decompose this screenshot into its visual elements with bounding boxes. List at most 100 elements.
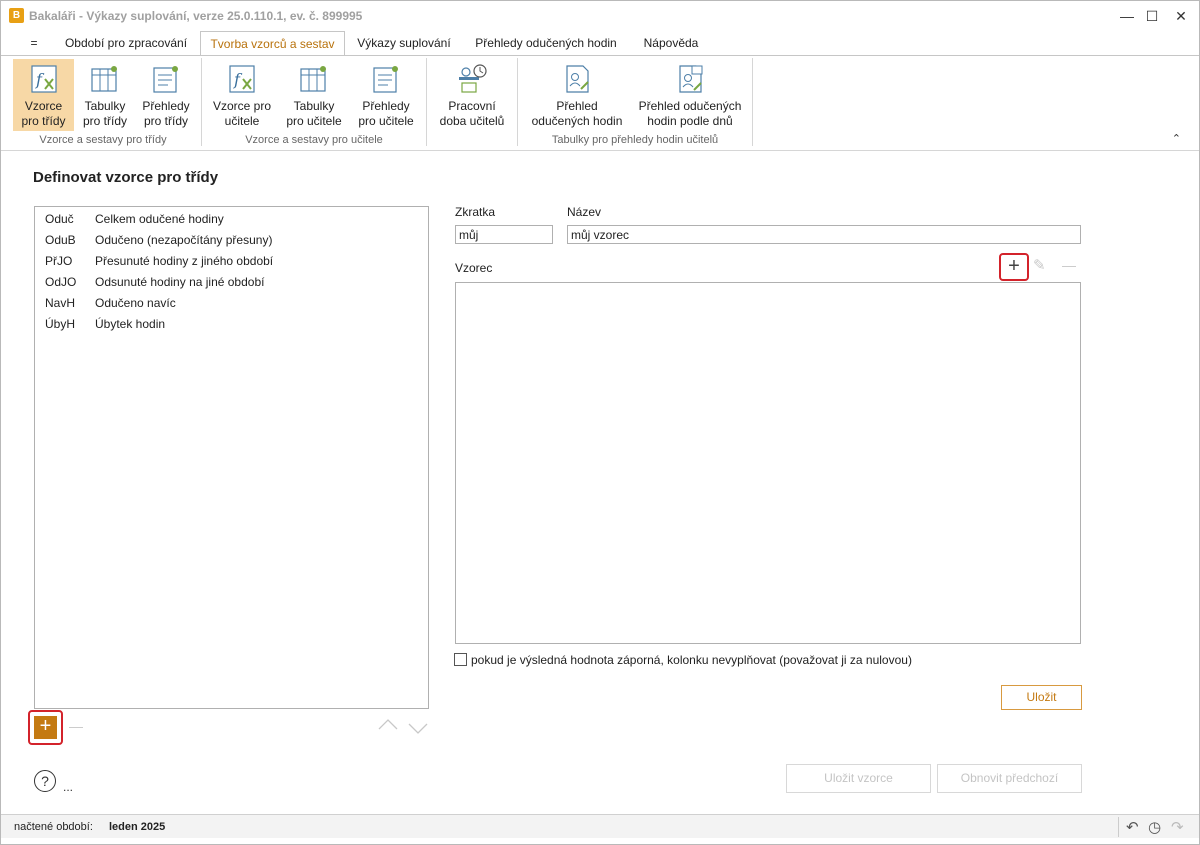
list-item-abbr: PřJO xyxy=(45,254,73,268)
ribbon: f Vzorce pro třídy Tabulky pro třídy Pře… xyxy=(1,55,1199,151)
list-item[interactable]: OdJO Odsunuté hodiny na jiné období xyxy=(35,271,428,292)
plus-icon: + xyxy=(39,715,52,737)
plus-icon: + xyxy=(1008,255,1020,277)
tab-period[interactable]: Období pro zpracování xyxy=(57,31,195,55)
ribbon-taught-hours-button[interactable]: Přehled odučených hodin xyxy=(525,59,629,131)
daily-overview-icon xyxy=(679,65,703,93)
status-period-label: načtené období: xyxy=(14,821,93,833)
name-field[interactable]: můj vzorec xyxy=(567,225,1081,244)
remove-formula-button[interactable]: — xyxy=(69,718,83,734)
report-icon xyxy=(373,66,398,93)
status-divider xyxy=(1118,817,1119,837)
list-item[interactable]: Oduč Celkem odučené hodiny xyxy=(35,208,428,229)
app-window: B Bakaláři - Výkazy suplování, verze 25.… xyxy=(0,0,1200,845)
formula-icon: f xyxy=(229,65,255,93)
page-title: Definovat vzorce pro třídy xyxy=(33,169,219,186)
close-button[interactable]: ✕ xyxy=(1163,1,1199,31)
move-up-button[interactable] xyxy=(378,717,398,735)
chevron-up-icon xyxy=(378,719,398,730)
list-item-abbr: OduB xyxy=(45,233,76,247)
ribbon-button-line2: učitele xyxy=(224,114,260,128)
tab-substitution-reports[interactable]: Výkazy suplování xyxy=(349,31,459,55)
list-item[interactable]: OduB Odučeno (nezapočítány přesuny) xyxy=(35,229,428,250)
tab-help[interactable]: Nápověda xyxy=(633,31,709,55)
list-item-name: Odučeno navíc xyxy=(95,296,176,310)
menu-tab-bar: = Období pro zpracování Tvorba vzorců a … xyxy=(1,31,1199,56)
save-formulas-button[interactable]: Uložit vzorce xyxy=(786,764,931,793)
redo-icon[interactable]: ↷ xyxy=(1171,818,1184,836)
negative-value-checkbox-label[interactable]: pokud je výsledná hodnota záporná, kolon… xyxy=(471,653,912,667)
ribbon-teacher-reports-button[interactable]: Přehledy pro učitele xyxy=(353,59,419,131)
tab-hamburger[interactable]: = xyxy=(23,31,45,55)
list-item-name: Celkem odučené hodiny xyxy=(95,212,224,226)
edit-formula-term-button[interactable]: ✎ xyxy=(1033,256,1055,274)
add-formula-button[interactable]: + xyxy=(34,716,57,739)
status-bar: načtené období: leden 2025 ↶ ◷ ↷ xyxy=(1,814,1199,838)
ribbon-button-line2: odučených hodin xyxy=(531,114,623,128)
negative-value-checkbox[interactable] xyxy=(454,653,467,666)
overview-icon xyxy=(566,65,589,93)
ribbon-button-line1: Přehled xyxy=(556,99,598,113)
ribbon-button-line1: Tabulky xyxy=(293,99,335,113)
list-item-abbr: Oduč xyxy=(45,212,74,226)
title-bar: B Bakaláři - Výkazy suplování, verze 25.… xyxy=(1,1,1199,31)
table-icon xyxy=(91,66,117,92)
list-item[interactable]: PřJO Přesunuté hodiny z jiného období xyxy=(35,250,428,271)
ribbon-button-line1: Vzorce pro xyxy=(212,99,272,113)
ribbon-button-line2: hodin podle dnů xyxy=(647,114,733,128)
formula-label: Vzorec xyxy=(455,261,493,275)
list-item[interactable]: ÚbyH Úbytek hodin xyxy=(35,313,428,334)
status-period-value: leden 2025 xyxy=(109,821,166,833)
minus-icon: — xyxy=(1062,257,1076,273)
ribbon-button-line1: Přehledy xyxy=(142,99,190,113)
minus-icon: — xyxy=(69,718,83,734)
abbr-label: Zkratka xyxy=(455,205,496,219)
list-item-abbr: OdJO xyxy=(45,275,77,289)
ribbon-group-label: Tabulky pro přehledy hodin učitelů xyxy=(551,134,719,146)
report-icon xyxy=(153,66,178,93)
ribbon-class-formulas-button[interactable]: f Vzorce pro třídy xyxy=(13,59,74,131)
ribbon-work-time-button[interactable]: Pracovní doba učitelů xyxy=(435,59,509,131)
ribbon-divider xyxy=(752,58,753,146)
pencil-icon: ✎ xyxy=(1033,257,1046,274)
tab-taught-hours[interactable]: Přehledy odučených hodin xyxy=(465,31,627,55)
ribbon-class-tables-button[interactable]: Tabulky pro třídy xyxy=(78,59,132,131)
remove-formula-term-button[interactable]: — xyxy=(1062,257,1076,273)
ribbon-teacher-formulas-button[interactable]: f Vzorce pro učitele xyxy=(208,59,276,131)
save-button[interactable]: Uložit xyxy=(1001,685,1082,710)
undo-icon[interactable]: ↶ xyxy=(1126,818,1139,836)
more-options[interactable]: ... xyxy=(63,780,73,794)
add-formula-term-button[interactable]: + xyxy=(999,253,1029,281)
restore-previous-button[interactable]: Obnovit předchozí xyxy=(937,764,1082,793)
name-label: Název xyxy=(567,205,602,219)
ribbon-button-line1: Pracovní xyxy=(448,99,496,113)
ribbon-button-line2: pro třídy xyxy=(21,114,66,128)
collapse-ribbon-icon[interactable]: ⌃ xyxy=(1172,132,1181,145)
formula-list[interactable]: Oduč Celkem odučené hodiny OduB Odučeno … xyxy=(34,206,429,709)
ribbon-button-line2: pro učitele xyxy=(358,114,414,128)
help-icon[interactable]: ? xyxy=(34,770,56,792)
move-down-button[interactable] xyxy=(408,722,428,740)
app-logo-icon: B xyxy=(9,8,24,23)
ribbon-divider xyxy=(426,58,427,146)
list-item[interactable]: NavH Odučeno navíc xyxy=(35,292,428,313)
ribbon-button-line2: pro třídy xyxy=(82,114,127,128)
ribbon-group-label: Vzorce a sestavy pro třídy xyxy=(39,134,167,146)
ribbon-button-line1: Přehled odučených xyxy=(638,99,742,113)
ribbon-teacher-tables-button[interactable]: Tabulky pro učitele xyxy=(283,59,345,131)
ribbon-divider xyxy=(517,58,518,146)
ribbon-group-label: Vzorce a sestavy pro učitele xyxy=(245,134,383,146)
history-icon[interactable]: ◷ xyxy=(1148,818,1161,836)
formula-icon: f xyxy=(30,65,57,93)
formula-editor[interactable] xyxy=(455,282,1081,644)
ribbon-button-line1: Tabulky xyxy=(84,99,126,113)
list-item-abbr: NavH xyxy=(45,296,76,310)
tab-formulas-reports[interactable]: Tvorba vzorců a sestav xyxy=(200,31,345,56)
ribbon-button-line1: Přehledy xyxy=(362,99,410,113)
ribbon-class-reports-button[interactable]: Přehledy pro třídy xyxy=(137,59,195,131)
ribbon-button-line2: pro učitele xyxy=(286,114,342,128)
chevron-down-icon xyxy=(408,723,428,734)
ribbon-daily-hours-button[interactable]: Přehled odučených hodin podle dnů xyxy=(635,59,745,131)
list-item-name: Úbytek hodin xyxy=(95,317,166,331)
abbr-field[interactable]: můj xyxy=(455,225,553,244)
